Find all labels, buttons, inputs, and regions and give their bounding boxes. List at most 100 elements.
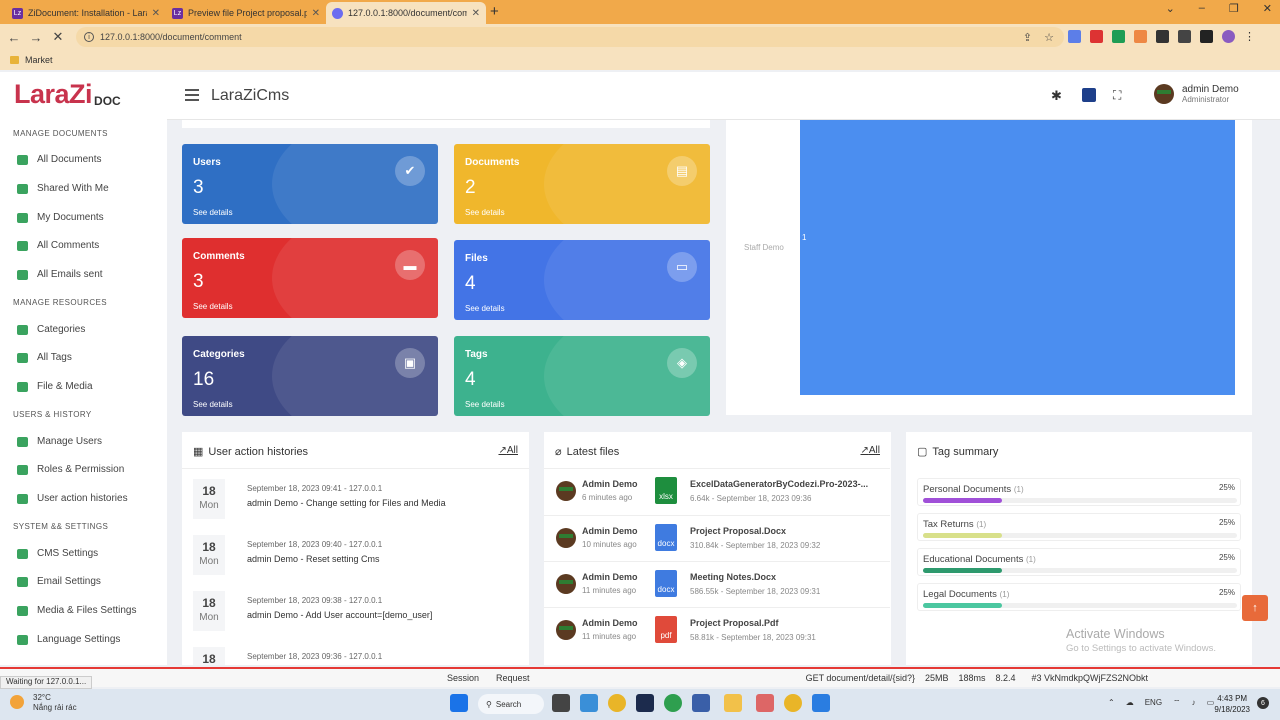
volume-icon[interactable]: ♪ [1192,698,1196,708]
see-details-link[interactable]: See details [193,400,233,409]
mail-extension-icon[interactable] [1090,30,1103,43]
browser-tab[interactable]: Lz Preview file Project proposal.pdf ✕ [166,2,326,24]
vscode-icon[interactable] [812,694,830,712]
bookmark-market[interactable]: Market [25,55,53,65]
sidebar-item-media-files-settings[interactable]: Media & Files Settings [17,605,137,616]
stat-card-users[interactable]: Users 3 See details ✔ [182,144,438,224]
sidebar-item-all-documents[interactable]: All Documents [17,154,101,165]
sidebar-item-all-comments[interactable]: All Comments [17,240,99,251]
sidebar-item-roles-permission[interactable]: Roles & Permission [17,464,124,475]
stop-loading-icon[interactable]: ✕ [47,29,69,45]
sidebar-item-file-media[interactable]: File & Media [17,381,93,392]
tag-summary-item[interactable]: Educational Documents (1) 25% [917,548,1241,576]
tab-search-chevron-icon[interactable]: ⌄ [1166,2,1175,15]
debug-request-tab[interactable]: Request [496,673,530,683]
close-tab-icon[interactable]: ✕ [472,8,480,19]
chart-bar[interactable] [800,120,1235,395]
share-icon[interactable]: ⇪ [1023,31,1032,44]
hamburger-menu-icon[interactable] [185,89,199,104]
file-name-link[interactable]: ExcelDataGeneratorByCodezi.Pro-2023-... [690,479,868,489]
sidebar-item-my-documents[interactable]: My Documents [17,212,104,223]
file-explorer-icon[interactable] [724,694,742,712]
sidebar-item-manage-users[interactable]: Manage Users [17,436,102,447]
close-tab-icon[interactable]: ✕ [152,8,160,19]
file-name-link[interactable]: Project Proposal.Docx [690,526,786,536]
onedrive-icon[interactable]: ☁ [1126,698,1134,708]
puzzle-icon[interactable]: ✱ [1051,88,1065,103]
tray-chevron-icon[interactable]: ⌃ [1108,698,1115,708]
user-menu[interactable]: admin Demo Administrator [1154,84,1239,104]
chrome-icon[interactable] [784,694,802,712]
file-row[interactable]: Admin Demo 11 minutes ago pdf Project Pr… [544,607,890,653]
notification-badge[interactable]: 6 [1257,697,1269,709]
file-row[interactable]: Admin Demo 10 minutes ago docx Project P… [544,515,890,561]
sidebar-item-all-emails-sent[interactable]: All Emails sent [17,269,103,280]
browser-tab[interactable]: Lz ZiDocument: Installation - Laral ✕ [6,2,166,24]
battery-icon[interactable]: ▭ [1207,698,1215,708]
see-details-link[interactable]: See details [465,208,505,217]
browser-tab-active[interactable]: 127.0.0.1:8000/document/comm ✕ [326,2,486,24]
sheets-extension-icon[interactable] [1112,30,1125,43]
weather-sun-icon[interactable] [10,695,24,709]
taskbar-clock[interactable]: 4:43 PM 9/18/2023 [1214,693,1250,715]
view-all-link[interactable]: ↗All [860,445,880,456]
scroll-to-top-button[interactable]: ↑ [1242,595,1268,621]
wifi-icon[interactable]: ⌔ [1173,698,1181,708]
forward-arrow-icon[interactable]: → [25,30,47,45]
sidebar-item-categories[interactable]: Categories [17,324,85,335]
tag-summary-item[interactable]: Legal Documents (1) 25% [917,583,1241,611]
stat-card-comments[interactable]: Comments 3 See details ▬ [182,238,438,318]
sidebar-item-email-settings[interactable]: Email Settings [17,576,101,587]
file-name-link[interactable]: Meeting Notes.Docx [690,572,776,582]
minimize-icon[interactable]: – [1199,2,1205,15]
tag-summary-item[interactable]: Personal Documents (1) 25% [917,478,1241,506]
edge-browser-icon[interactable] [580,694,598,712]
site-info-icon[interactable]: i [84,32,94,42]
logo[interactable]: LaraZi DOC [14,80,121,108]
debug-session-tab[interactable]: Session [447,673,479,683]
file-row[interactable]: Admin Demo 6 minutes ago xlsx ExcelDataG… [544,468,890,514]
language-indicator[interactable]: ENG [1145,698,1162,708]
stat-card-categories[interactable]: Categories 16 See details ▣ [182,336,438,416]
file-row[interactable]: Admin Demo 11 minutes ago docx Meeting N… [544,561,890,607]
stat-card-documents[interactable]: Documents 2 See details ▤ [454,144,710,224]
see-details-link[interactable]: See details [465,304,505,313]
sidepanel-icon[interactable] [1200,30,1213,43]
sidebar-item-all-tags[interactable]: All Tags [17,352,72,363]
sidebar-item-language-settings[interactable]: Language Settings [17,634,120,645]
browser-menu-icon[interactable]: ⋮ [1244,30,1257,43]
new-tab-plus-icon[interactable]: + [490,3,499,20]
bookmark-star-icon[interactable]: ☆ [1044,31,1054,44]
extensions-puzzle-icon[interactable] [1156,30,1169,43]
stat-card-tags[interactable]: Tags 4 See details ◈ [454,336,710,416]
close-tab-icon[interactable]: ✕ [312,8,320,19]
close-window-icon[interactable]: ✕ [1263,2,1272,15]
translate-extension-icon[interactable] [1068,30,1081,43]
debug-route[interactable]: GET document/detail/{sid?} [806,673,915,683]
maximize-icon[interactable]: ❐ [1229,2,1239,15]
see-details-link[interactable]: See details [465,400,505,409]
sidebar-item-shared-with-me[interactable]: Shared With Me [17,183,109,194]
chrome-icon[interactable] [608,694,626,712]
see-details-link[interactable]: See details [193,302,233,311]
debug-request-id[interactable]: #3 VkNmdkpQWjFZS2NObkt [1032,673,1149,683]
fullscreen-icon[interactable]: ⛶ [1113,88,1127,102]
app-icon[interactable] [692,694,710,712]
download-icon[interactable] [1178,30,1191,43]
task-view-icon[interactable] [552,694,570,712]
weather-widget[interactable]: 32°C Nắng rải rác [33,693,77,713]
chrome-profile-icon[interactable] [664,694,682,712]
file-name-link[interactable]: Project Proposal.Pdf [690,618,779,628]
profile-avatar-icon[interactable] [1222,30,1235,43]
view-all-link[interactable]: ↗All [498,445,518,456]
tag-summary-item[interactable]: Tax Returns (1) 25% [917,513,1241,541]
uk-flag-language-icon[interactable] [1082,88,1096,102]
address-bar[interactable]: i 127.0.0.1:8000/document/comment ⇪ ☆ [76,27,1064,47]
windows-start-icon[interactable] [450,694,468,712]
back-arrow-icon[interactable]: ← [3,30,25,45]
sidebar-item-user-action-histories[interactable]: User action histories [17,493,128,504]
sidebar-item-cms-settings[interactable]: CMS Settings [17,548,98,559]
capture-extension-icon[interactable] [1134,30,1147,43]
stat-card-files[interactable]: Files 4 See details ▭ [454,240,710,320]
photoshop-icon[interactable] [636,694,654,712]
